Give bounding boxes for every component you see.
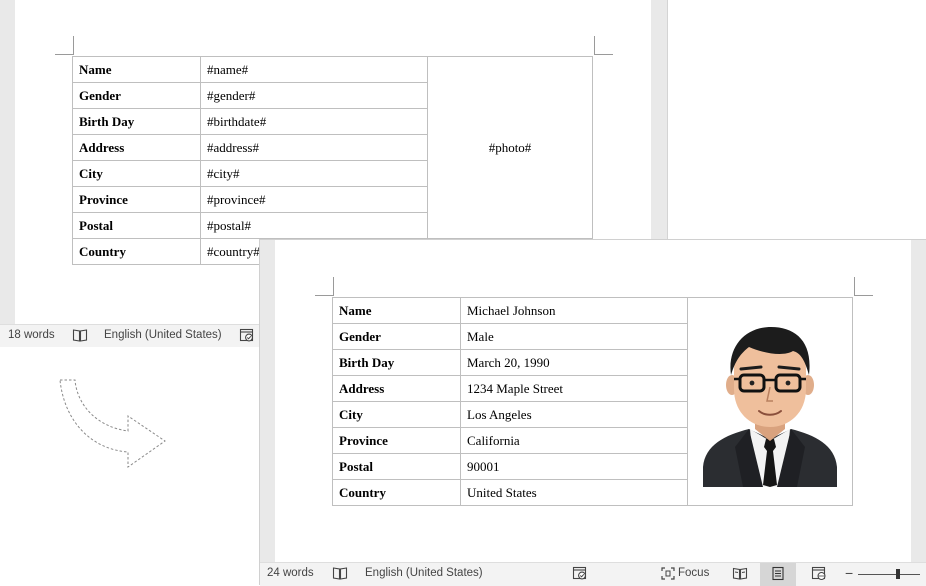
template-table: Name #name# #photo# Gender #gender# Birth…	[72, 56, 593, 265]
word-count[interactable]: 24 words	[267, 567, 314, 579]
result-status-bar: 24 words English (United States) Focus −	[260, 562, 926, 586]
print-layout-button[interactable]	[760, 563, 796, 586]
row-label: Name	[72, 56, 201, 83]
row-value: 1234 Maple Street	[460, 375, 688, 402]
focus-icon[interactable]	[660, 566, 676, 586]
row-label: Country	[72, 238, 201, 265]
row-value: #postal#	[200, 212, 428, 239]
book-check-icon[interactable]	[72, 328, 88, 348]
row-label: Address	[72, 134, 201, 161]
result-table: Name Michael Johnson Gender Male Birth D…	[332, 297, 853, 506]
focus-button[interactable]: Focus	[678, 567, 709, 579]
row-value: #city#	[200, 160, 428, 187]
row-label: Gender	[72, 82, 201, 109]
row-value: Male	[460, 323, 688, 350]
row-value: California	[460, 427, 688, 454]
web-layout-icon[interactable]	[811, 566, 827, 586]
read-mode-icon[interactable]	[732, 566, 748, 586]
photo-cell	[687, 297, 853, 506]
row-label: Gender	[332, 323, 461, 350]
row-value: Michael Johnson	[460, 297, 688, 324]
print-layout-icon	[770, 566, 786, 586]
result-document-page: Name Michael Johnson Gender Male Birth D…	[275, 240, 911, 562]
row-value: #birthdate#	[200, 108, 428, 135]
row-value: #gender#	[200, 82, 428, 109]
row-label: Address	[332, 375, 461, 402]
minus-icon[interactable]: −	[845, 565, 853, 581]
row-label: Birth Day	[72, 108, 201, 135]
row-label: Province	[72, 186, 201, 213]
accessibility-icon[interactable]	[239, 328, 255, 348]
row-value: #province#	[200, 186, 428, 213]
crop-mark-top-left	[315, 277, 334, 296]
accessibility-icon[interactable]	[572, 566, 588, 586]
book-check-icon[interactable]	[332, 566, 348, 586]
row-label: Postal	[72, 212, 201, 239]
result-document-window: Name Michael Johnson Gender Male Birth D…	[259, 239, 926, 586]
zoom-slider[interactable]	[858, 569, 920, 579]
photo-placeholder-cell: #photo#	[427, 56, 593, 239]
row-value: United States	[460, 479, 688, 506]
language-indicator[interactable]: English (United States)	[104, 329, 222, 341]
row-label: City	[72, 160, 201, 187]
table-row: Name #name# #photo#	[72, 56, 593, 239]
crop-mark-top-right	[854, 277, 873, 296]
row-value: #address#	[200, 134, 428, 161]
crop-mark-top-left	[55, 36, 74, 55]
row-label: Province	[332, 427, 461, 454]
row-label: City	[332, 401, 461, 428]
crop-mark-top-right	[594, 36, 613, 55]
language-indicator[interactable]: English (United States)	[365, 567, 483, 579]
row-label: Postal	[332, 453, 461, 480]
row-label: Birth Day	[332, 349, 461, 376]
portrait-photo	[703, 326, 837, 487]
table-row: Name Michael Johnson	[332, 297, 853, 506]
photo-placeholder: #photo#	[488, 139, 532, 155]
row-value: 90001	[460, 453, 688, 480]
zoom-slider-thumb[interactable]	[896, 569, 900, 579]
word-count[interactable]: 18 words	[8, 329, 55, 341]
row-label: Name	[332, 297, 461, 324]
row-value: Los Angeles	[460, 401, 688, 428]
row-value: March 20, 1990	[460, 349, 688, 376]
row-value: #name#	[200, 56, 428, 83]
curved-arrow-icon	[55, 375, 170, 475]
row-label: Country	[332, 479, 461, 506]
